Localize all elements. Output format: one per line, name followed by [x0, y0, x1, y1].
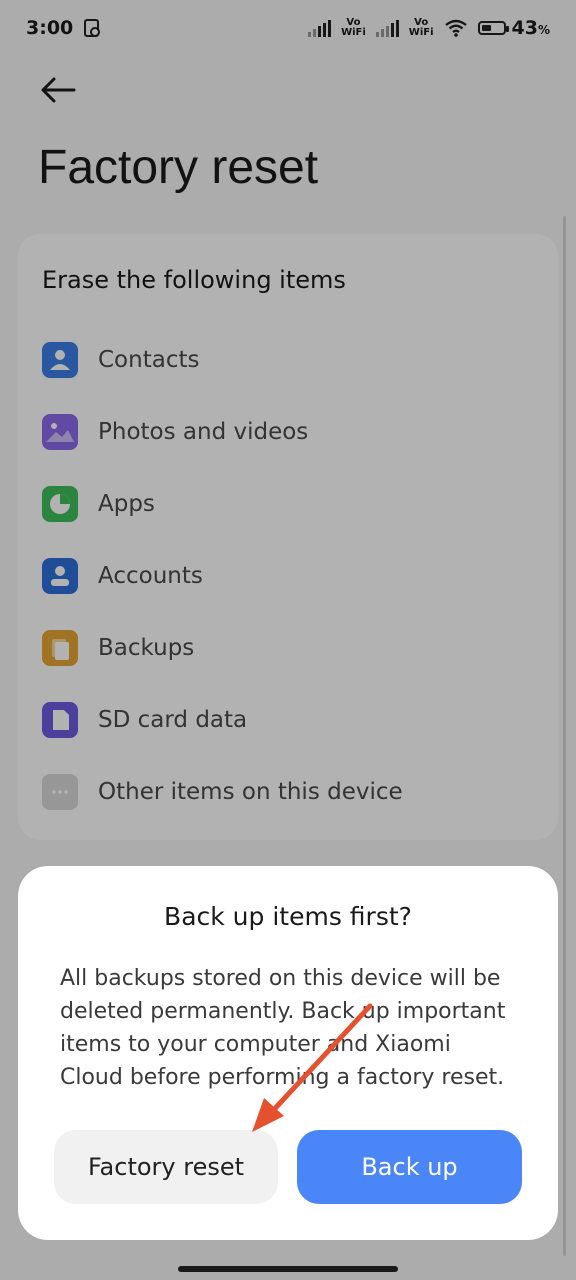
back-up-button[interactable]: Back up — [297, 1130, 522, 1204]
home-indicator[interactable] — [178, 1266, 398, 1272]
factory-reset-button[interactable]: Factory reset — [54, 1130, 278, 1204]
dialog-message: All backups stored on this device will b… — [60, 966, 506, 1090]
backup-dialog: Back up items first? All backups stored … — [18, 866, 558, 1240]
dialog-title: Back up items first? — [164, 902, 412, 931]
